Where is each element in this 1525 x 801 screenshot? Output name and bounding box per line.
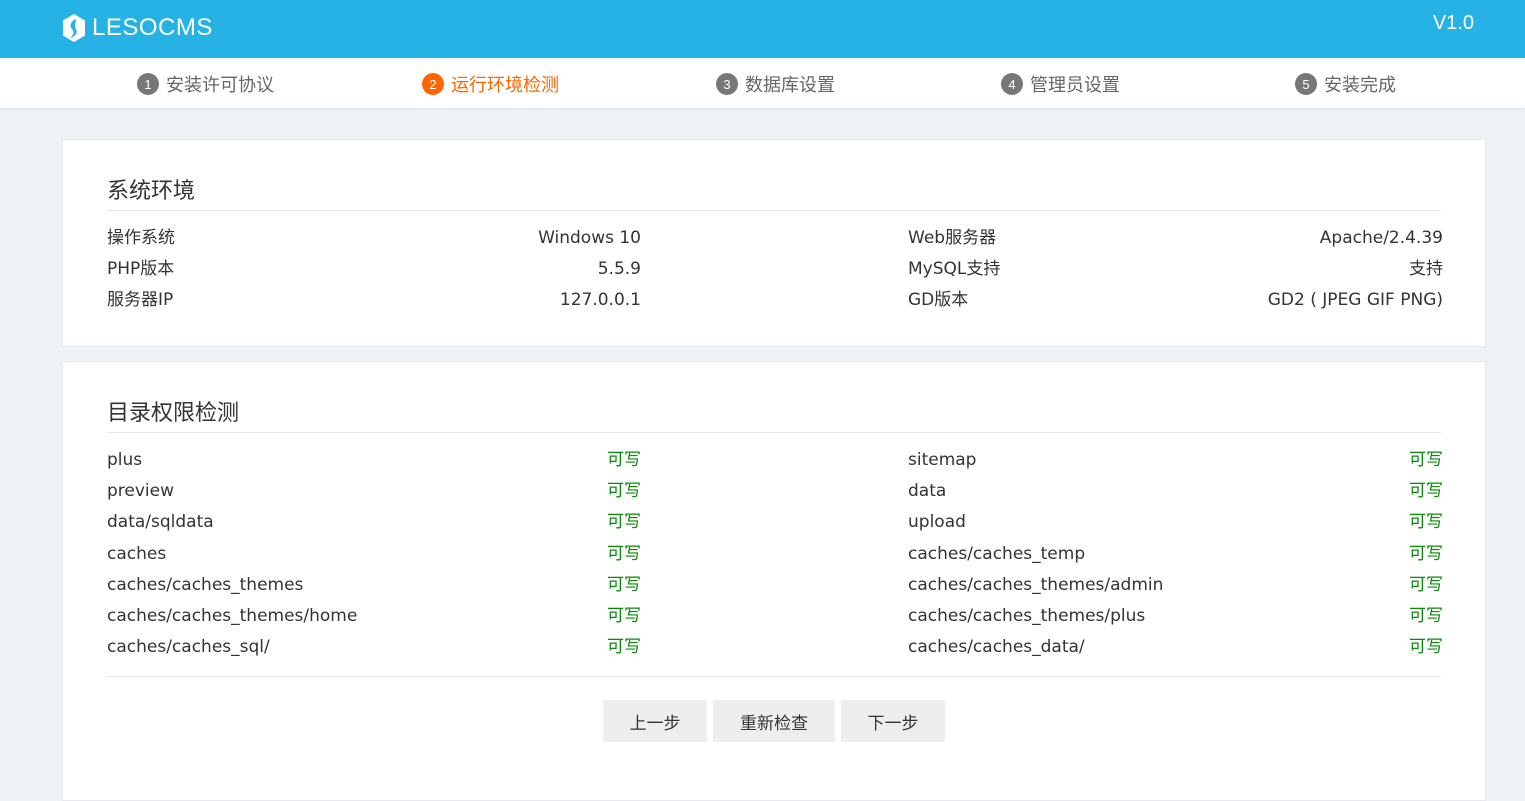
step-label: 数据库设置 bbox=[745, 75, 835, 96]
env-key: 操作系统 bbox=[107, 228, 175, 248]
step-number: 1 bbox=[137, 73, 159, 95]
dir-row: data 可写 bbox=[908, 479, 1443, 503]
env-value: Apache/2.4.39 bbox=[1319, 228, 1443, 248]
dir-status: 可写 bbox=[607, 606, 641, 626]
env-value: Windows 10 bbox=[538, 228, 641, 248]
env-row: PHP版本 5.5.9 bbox=[107, 257, 641, 281]
env-key: MySQL支持 bbox=[908, 259, 1001, 279]
env-value: GD2 ( JPEG GIF PNG) bbox=[1267, 290, 1443, 310]
system-environment-card: 系统环境 操作系统 Windows 10 PHP版本 5.5.9 服务器IP 1… bbox=[62, 139, 1486, 347]
env-row: GD版本 GD2 ( JPEG GIF PNG) bbox=[908, 288, 1443, 312]
step-environment-check[interactable]: 2 运行环境检测 bbox=[422, 71, 559, 97]
dir-row: sitemap 可写 bbox=[908, 448, 1443, 472]
env-value: 127.0.0.1 bbox=[559, 290, 641, 310]
dir-status: 可写 bbox=[1409, 450, 1443, 470]
logo[interactable]: LESOCMS bbox=[62, 13, 213, 43]
logo-icon bbox=[63, 14, 85, 42]
step-label: 安装完成 bbox=[1324, 75, 1396, 96]
section-title: 目录权限检测 bbox=[107, 401, 240, 426]
dir-row: upload 可写 bbox=[908, 510, 1443, 534]
version-label: V1.0 bbox=[1432, 12, 1474, 34]
divider bbox=[107, 210, 1441, 211]
env-row: 服务器IP 127.0.0.1 bbox=[107, 288, 641, 312]
dir-path: upload bbox=[908, 512, 966, 532]
dir-path: caches/caches_temp bbox=[908, 544, 1086, 564]
dir-row: data/sqldata 可写 bbox=[107, 510, 641, 534]
dir-row: caches/caches_sql/ 可写 bbox=[107, 635, 641, 659]
dir-path: caches/caches_themes bbox=[107, 575, 304, 595]
dir-status: 可写 bbox=[1409, 575, 1443, 595]
dir-row: caches/caches_themes/home 可写 bbox=[107, 604, 641, 628]
env-row: 操作系统 Windows 10 bbox=[107, 226, 641, 250]
dir-status: 可写 bbox=[607, 575, 641, 595]
dir-row: caches/caches_temp 可写 bbox=[908, 542, 1443, 566]
divider bbox=[107, 676, 1441, 677]
dir-status: 可写 bbox=[607, 512, 641, 532]
dir-status: 可写 bbox=[1409, 481, 1443, 501]
dir-row: caches 可写 bbox=[107, 542, 641, 566]
install-steps: 1 安装许可协议 2 运行环境检测 3 数据库设置 4 管理员设置 5 安装完成 bbox=[0, 58, 1525, 108]
dir-status: 可写 bbox=[607, 481, 641, 501]
env-key: Web服务器 bbox=[908, 228, 997, 248]
logo-text: LESOCMS bbox=[92, 14, 213, 41]
dir-row: caches/caches_themes/plus 可写 bbox=[908, 604, 1443, 628]
step-complete[interactable]: 5 安装完成 bbox=[1295, 71, 1396, 97]
env-row: Web服务器 Apache/2.4.39 bbox=[908, 226, 1443, 250]
dir-row: caches/caches_data/ 可写 bbox=[908, 635, 1443, 659]
dir-path: caches/caches_sql/ bbox=[107, 637, 270, 657]
dir-path: caches/caches_themes/admin bbox=[908, 575, 1164, 595]
dir-path: preview bbox=[107, 481, 175, 501]
dir-path: caches/caches_data/ bbox=[908, 637, 1085, 657]
dir-row: plus 可写 bbox=[107, 448, 641, 472]
env-key: PHP版本 bbox=[107, 259, 175, 279]
step-database[interactable]: 3 数据库设置 bbox=[716, 71, 835, 97]
env-key: GD版本 bbox=[908, 290, 969, 310]
directory-permission-card: 目录权限检测 plus 可写 preview 可写 data/sqldata 可… bbox=[62, 361, 1486, 801]
env-row: MySQL支持 支持 bbox=[908, 257, 1443, 281]
dir-path: data bbox=[908, 481, 947, 501]
dir-path: plus bbox=[107, 450, 143, 470]
step-label: 安装许可协议 bbox=[166, 75, 274, 96]
dir-path: caches bbox=[107, 544, 167, 564]
step-label: 运行环境检测 bbox=[451, 75, 559, 96]
step-label: 管理员设置 bbox=[1030, 75, 1120, 96]
dir-path: caches/caches_themes/home bbox=[107, 606, 358, 626]
action-buttons: 上一步 重新检查 下一步 bbox=[63, 700, 1485, 742]
dir-row: caches/caches_themes/admin 可写 bbox=[908, 573, 1443, 597]
dir-path: caches/caches_themes/plus bbox=[908, 606, 1146, 626]
top-header: LESOCMS V1.0 bbox=[0, 0, 1525, 58]
dir-status: 可写 bbox=[607, 544, 641, 564]
prev-step-button[interactable]: 上一步 bbox=[603, 700, 707, 742]
step-license[interactable]: 1 安装许可协议 bbox=[137, 71, 274, 97]
dir-status: 可写 bbox=[1409, 606, 1443, 626]
next-step-button[interactable]: 下一步 bbox=[841, 700, 945, 742]
dir-status: 可写 bbox=[1409, 512, 1443, 532]
dir-path: data/sqldata bbox=[107, 512, 214, 532]
step-number: 4 bbox=[1001, 73, 1023, 95]
env-key: 服务器IP bbox=[107, 290, 174, 310]
dir-row: preview 可写 bbox=[107, 479, 641, 503]
step-admin[interactable]: 4 管理员设置 bbox=[1001, 71, 1120, 97]
dir-status: 可写 bbox=[607, 450, 641, 470]
step-number: 3 bbox=[716, 73, 738, 95]
step-number: 2 bbox=[422, 73, 444, 95]
env-value: 5.5.9 bbox=[597, 259, 641, 279]
step-number: 5 bbox=[1295, 73, 1317, 95]
divider bbox=[107, 432, 1441, 433]
dir-status: 可写 bbox=[1409, 544, 1443, 564]
env-value: 支持 bbox=[1409, 259, 1443, 279]
dir-status: 可写 bbox=[1409, 637, 1443, 657]
dir-path: sitemap bbox=[908, 450, 977, 470]
section-title: 系统环境 bbox=[107, 179, 196, 204]
dir-status: 可写 bbox=[607, 637, 641, 657]
recheck-button[interactable]: 重新检查 bbox=[713, 700, 835, 742]
dir-row: caches/caches_themes 可写 bbox=[107, 573, 641, 597]
